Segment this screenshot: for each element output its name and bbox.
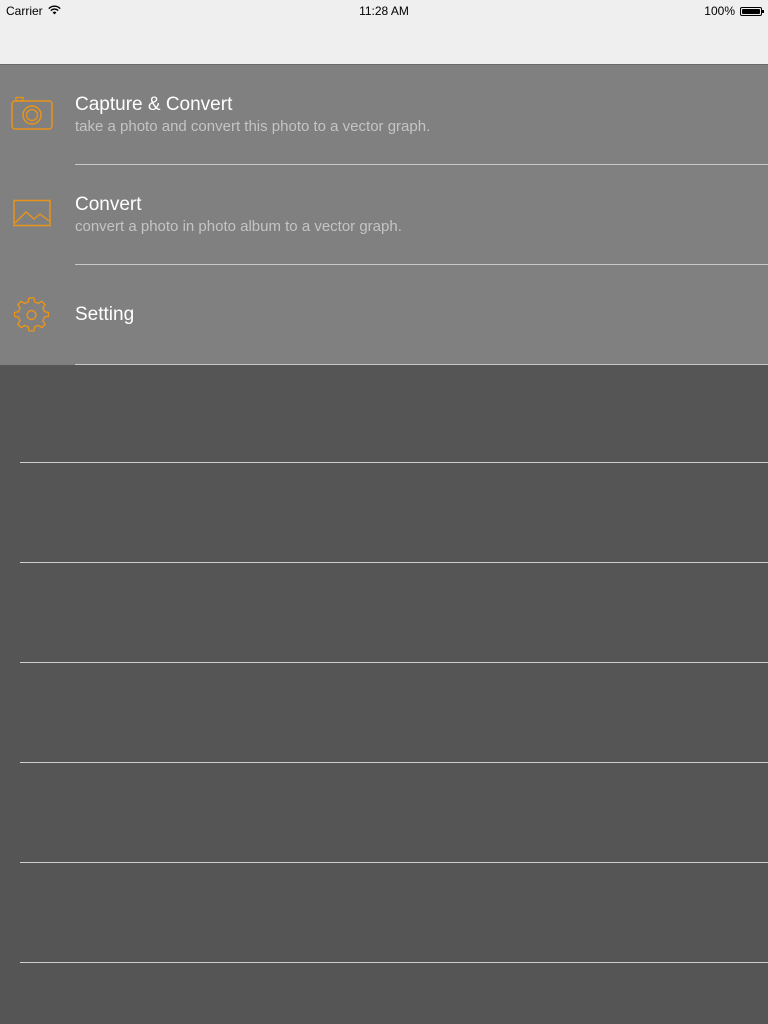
menu-item-capture-convert[interactable]: Capture & Convert take a photo and conve… <box>0 65 768 165</box>
empty-row <box>0 663 768 763</box>
menu-item-title: Capture & Convert <box>75 94 233 115</box>
camera-icon <box>10 93 54 133</box>
menu-list: Capture & Convert take a photo and conve… <box>0 65 768 365</box>
battery-fill <box>742 8 760 14</box>
status-right: 100% <box>704 4 764 18</box>
status-time: 11:28 AM <box>359 4 409 18</box>
empty-row <box>0 863 768 963</box>
image-icon <box>10 193 54 233</box>
menu-item-title: Setting <box>75 304 135 325</box>
battery-percent: 100% <box>704 4 735 18</box>
menu-item-setting[interactable]: Setting <box>0 265 768 365</box>
empty-row <box>0 363 768 463</box>
menu-item-title: Convert <box>75 194 142 215</box>
empty-row <box>0 763 768 863</box>
navigation-bar <box>0 20 768 65</box>
battery-icon <box>740 6 764 16</box>
menu-item-subtitle: take a photo and convert this photo to a… <box>75 118 431 135</box>
row-separator <box>20 962 768 963</box>
empty-row <box>0 463 768 563</box>
status-bar: Carrier 11:28 AM 100% <box>0 0 768 20</box>
gear-icon <box>10 295 54 335</box>
menu-item-subtitle: convert a photo in photo album to a vect… <box>75 218 402 235</box>
menu-item-convert[interactable]: Convert convert a photo in photo album t… <box>0 165 768 265</box>
empty-row <box>0 563 768 663</box>
empty-table-area <box>0 363 768 963</box>
